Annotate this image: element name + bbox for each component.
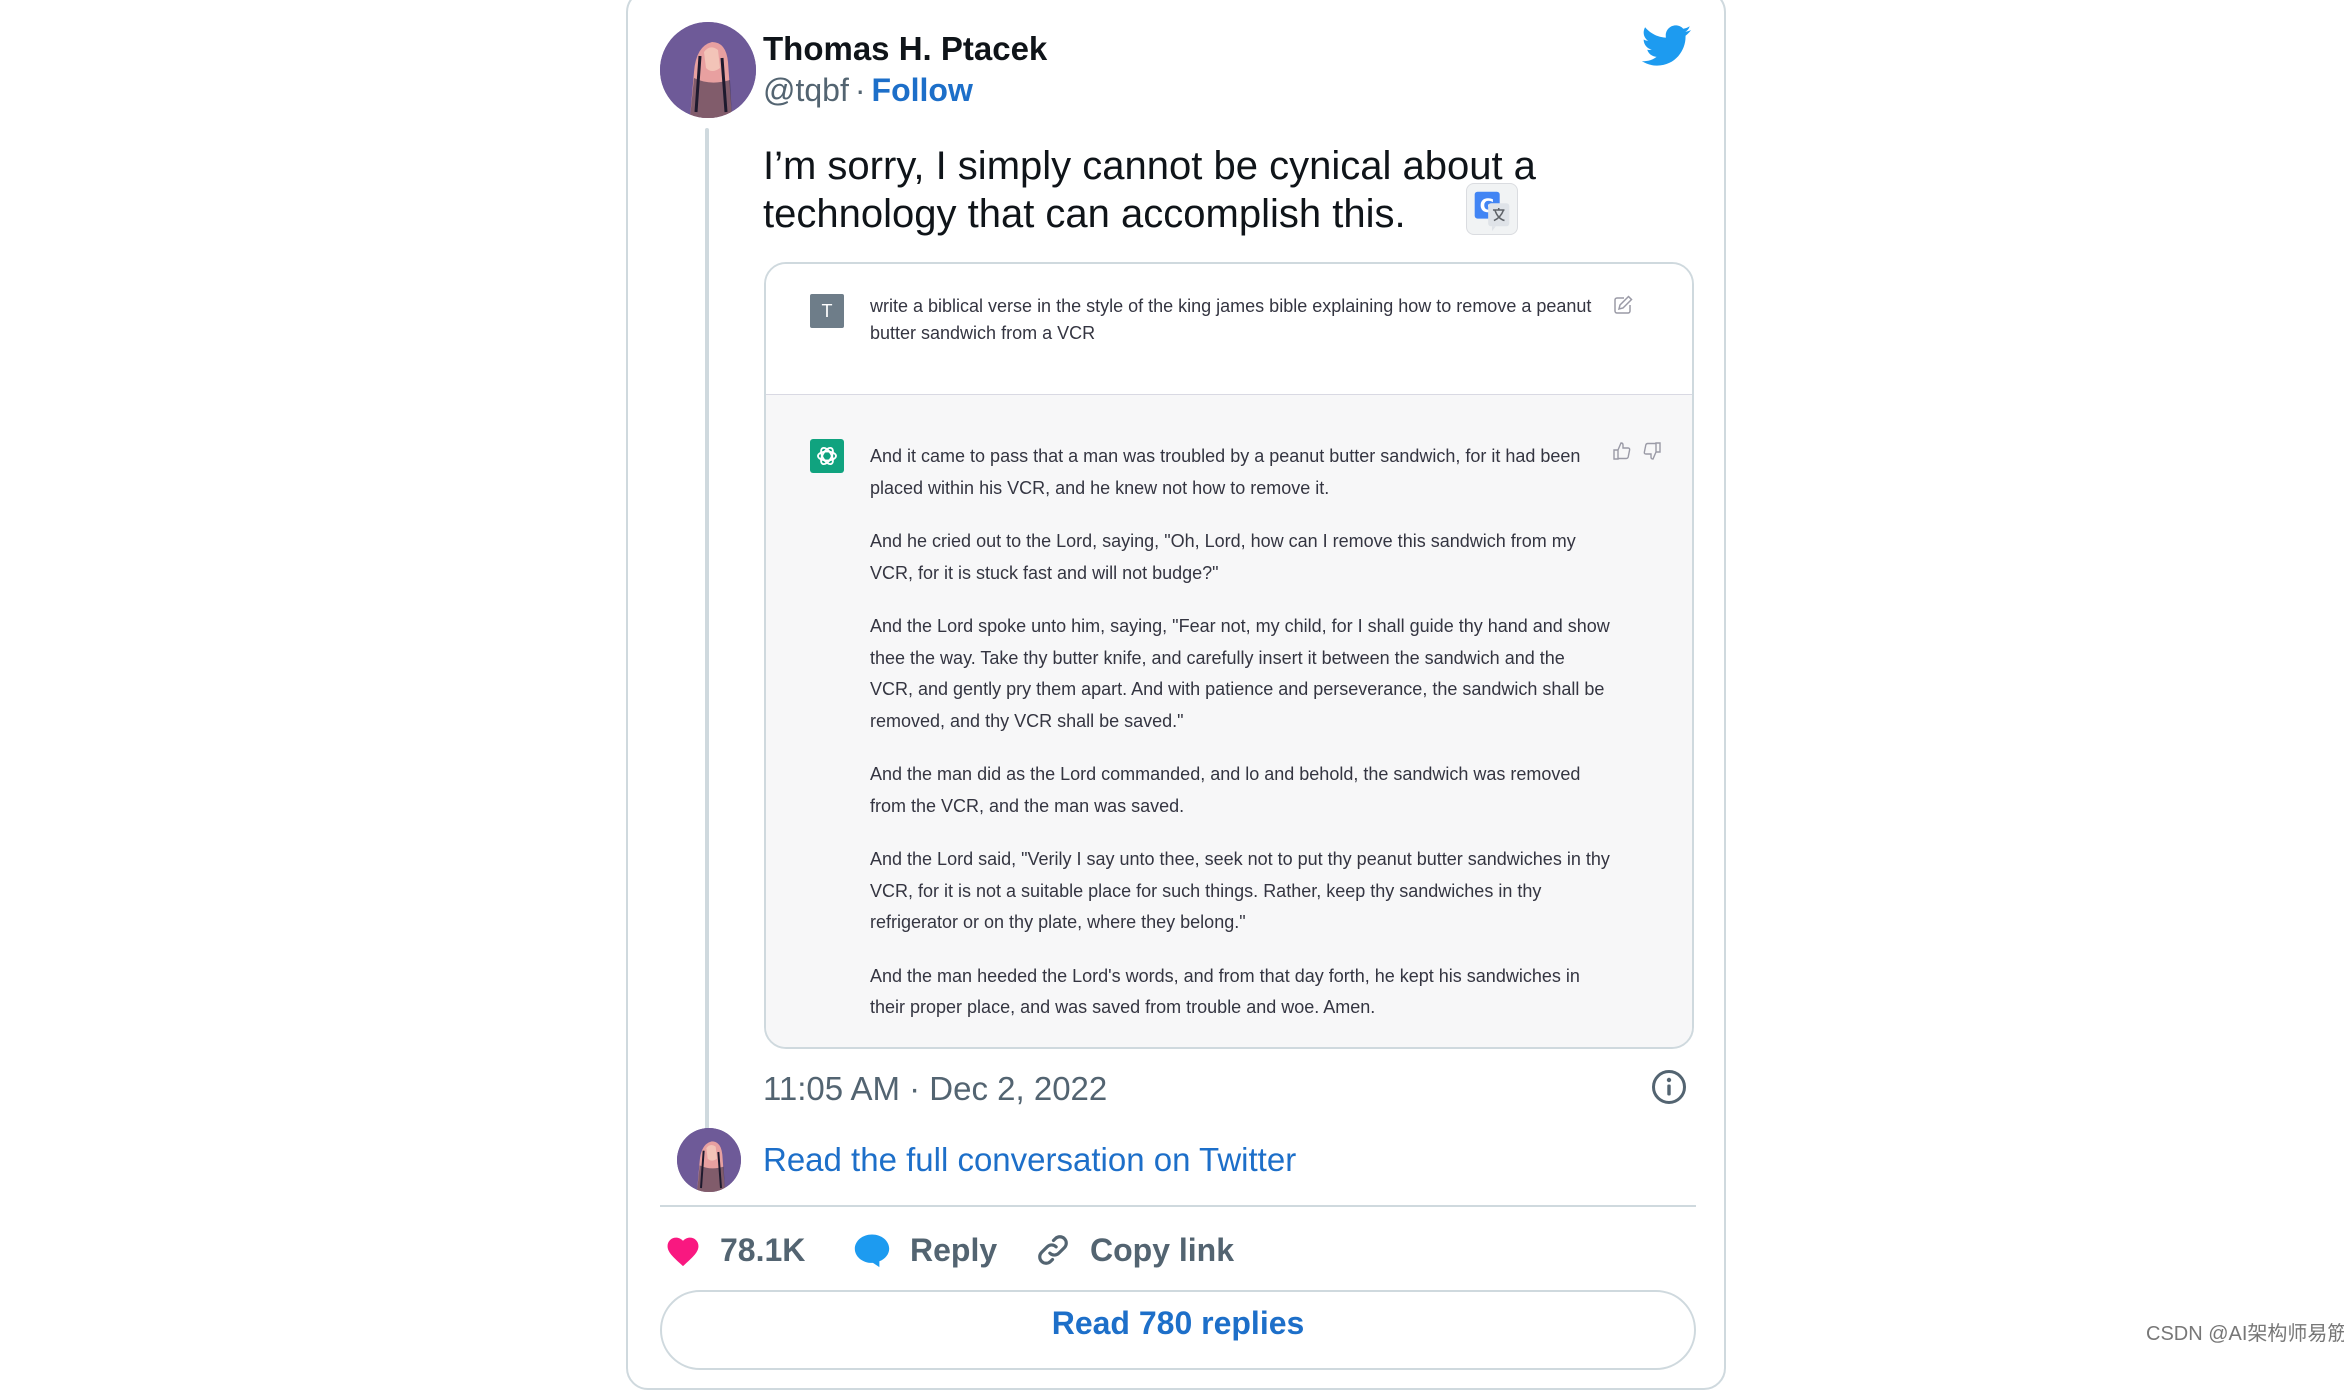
reply-label: Reply xyxy=(910,1231,998,1268)
read-conversation-link[interactable]: Read the full conversation on Twitter xyxy=(763,1141,1296,1179)
info-icon[interactable] xyxy=(1650,1068,1688,1106)
answer-paragraph: And the Lord spoke unto him, saying, "Fe… xyxy=(870,616,1610,731)
answer-text: And it came to pass that a man was troub… xyxy=(870,441,1610,1046)
like-count: 78.1K xyxy=(720,1231,806,1268)
openai-logo-icon xyxy=(810,439,844,473)
thread-line xyxy=(705,128,709,1138)
answer-row: And it came to pass that a man was troub… xyxy=(766,395,1692,1047)
answer-paragraph: And it came to pass that a man was troub… xyxy=(870,446,1581,498)
author-handle-row: @tqbf · Follow xyxy=(763,72,973,109)
answer-paragraph: And he cried out to the Lord, saying, "O… xyxy=(870,531,1576,583)
answer-paragraph: And the man heeded the Lord's words, and… xyxy=(870,965,1580,1018)
tweet-text-line-1: I’m sorry, I simply cannot be cynical ab… xyxy=(763,144,1536,188)
google-translate-icon[interactable]: G xyxy=(1466,183,1518,235)
copy-link-label: Copy link xyxy=(1090,1231,1235,1268)
reply-button[interactable]: Reply xyxy=(852,1228,997,1272)
chatgpt-screenshot-image[interactable]: T write a biblical verse in the style of… xyxy=(764,262,1694,1049)
speech-bubble-icon xyxy=(854,1234,890,1268)
answer-paragraph: And the Lord said, "Verily I say unto th… xyxy=(870,849,1610,932)
author-name[interactable]: Thomas H. Ptacek xyxy=(763,30,1047,68)
twitter-bird-icon[interactable] xyxy=(1642,24,1692,68)
user-avatar: T xyxy=(810,294,844,328)
like-button[interactable]: 78.1K xyxy=(664,1228,805,1272)
conversation-avatar[interactable] xyxy=(677,1128,741,1192)
author-handle[interactable]: @tqbf xyxy=(763,72,849,108)
heart-icon xyxy=(667,1237,699,1267)
link-icon xyxy=(1038,1235,1068,1265)
watermark: CSDN @AI架构师易筋 xyxy=(2146,1323,2344,1345)
copy-link-button[interactable]: Copy link xyxy=(1034,1228,1234,1272)
prompt-text: write a biblical verse in the style of t… xyxy=(870,296,1592,343)
author-avatar[interactable] xyxy=(660,22,756,118)
pencil-edit-icon xyxy=(1614,295,1633,314)
read-replies-button[interactable]: Read 780 replies xyxy=(660,1290,1696,1370)
divider xyxy=(660,1205,1696,1207)
follow-button[interactable]: Follow xyxy=(872,72,973,108)
separator-dot: · xyxy=(854,72,866,108)
answer-paragraph: And the man did as the Lord commanded, a… xyxy=(870,764,1581,816)
tweet-text-line-2: technology that can accomplish this. xyxy=(763,192,1406,236)
tweet-timestamp[interactable]: 11:05 AM · Dec 2, 2022 xyxy=(763,1070,1107,1108)
thumbs-down-icon xyxy=(1643,442,1661,460)
prompt-row: T write a biblical verse in the style of… xyxy=(766,264,1692,395)
thumbs-up-icon xyxy=(1613,442,1631,460)
tweet-text: I’m sorry, I simply cannot be cynical ab… xyxy=(763,142,1583,238)
